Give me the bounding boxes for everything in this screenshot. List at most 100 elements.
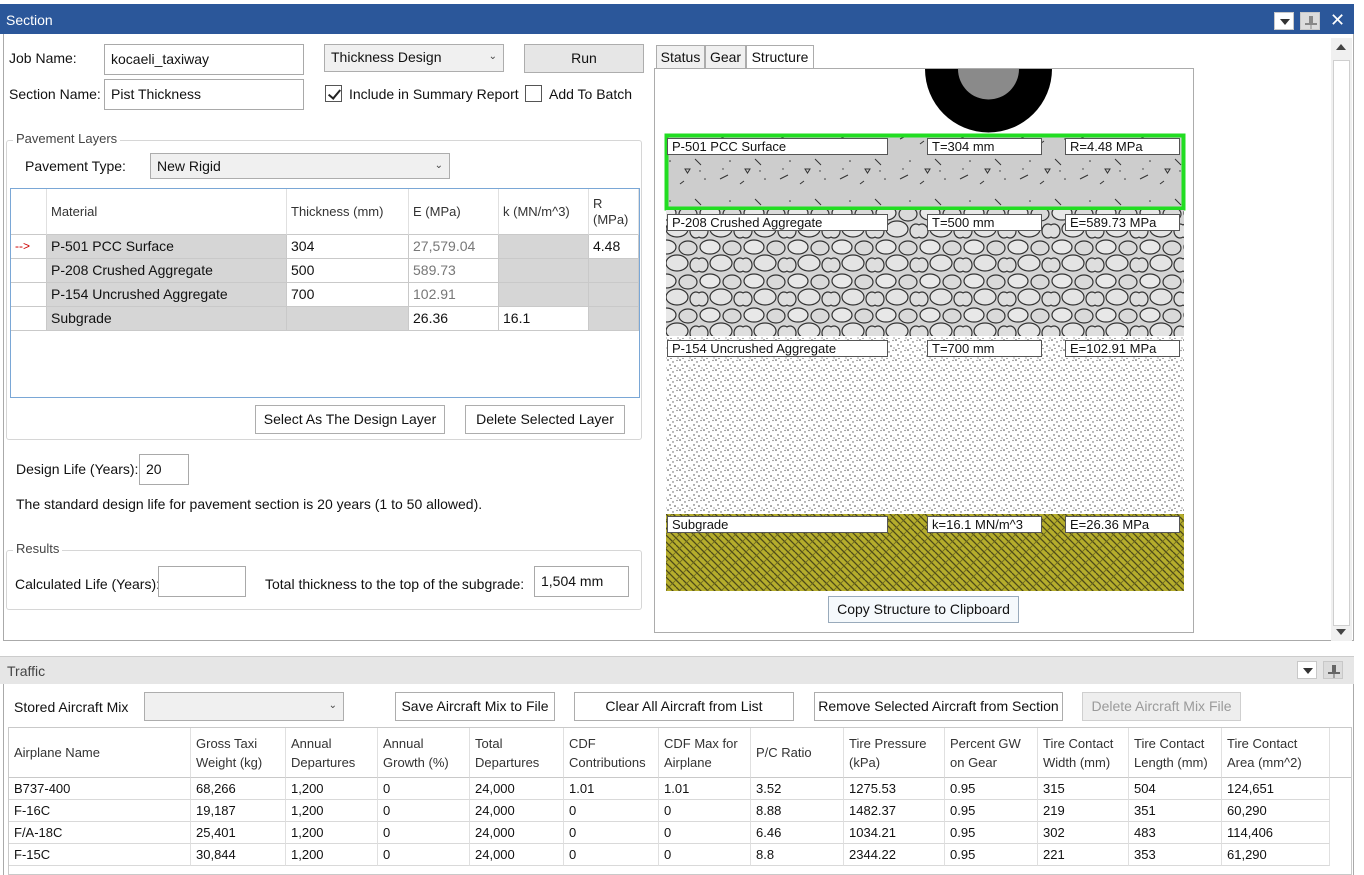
tire-width-cell: 219	[1038, 800, 1129, 822]
column-annual-growth[interactable]: Annual Growth (%)	[378, 728, 470, 778]
thickness-cell[interactable]: 304	[287, 235, 409, 259]
tab-structure[interactable]: Structure	[746, 45, 814, 70]
table-row[interactable]: P-208 Crushed Aggregate 500 589.73	[11, 259, 639, 283]
delete-mix-file-button[interactable]: Delete Aircraft Mix File	[1082, 692, 1241, 721]
k-cell[interactable]	[499, 259, 589, 283]
material-cell[interactable]: P-501 PCC Surface	[47, 235, 287, 259]
column-cdf-contributions[interactable]: CDF Contributions	[564, 728, 659, 778]
r-cell[interactable]: 4.48	[589, 235, 639, 259]
job-name-input[interactable]: kocaeli_taxiway	[104, 44, 304, 75]
e-cell[interactable]: 589.73	[409, 259, 499, 283]
annual-departures-cell[interactable]: 1,200	[286, 822, 378, 844]
thickness-cell[interactable]: 500	[287, 259, 409, 283]
scroll-down-icon[interactable]	[1336, 629, 1346, 635]
column-k[interactable]: k (MN/m^3)	[499, 189, 589, 235]
tab-gear[interactable]: Gear	[705, 45, 746, 69]
e-cell[interactable]: 26.36	[409, 307, 499, 331]
structure-layer-name: P-154 Uncrushed Aggregate	[667, 340, 888, 357]
section-name-input[interactable]: Pist Thickness	[104, 79, 304, 110]
stored-mix-select[interactable]: ⌄	[144, 692, 344, 721]
table-row[interactable]: --> P-501 PCC Surface 304 27,579.04 4.48	[11, 235, 639, 259]
column-tire-width[interactable]: Tire Contact Width (mm)	[1038, 728, 1129, 778]
material-cell[interactable]: Subgrade	[47, 307, 287, 331]
structure-layer-thickness: T=500 mm	[927, 214, 1042, 231]
annual-departures-cell[interactable]: 1,200	[286, 778, 378, 800]
column-r[interactable]: R (MPa)	[589, 189, 639, 235]
airplane-name-cell[interactable]: F-16C	[9, 800, 191, 822]
r-cell[interactable]	[589, 307, 639, 331]
annual-growth-cell[interactable]: 0	[378, 844, 470, 866]
k-cell[interactable]: 16.1	[499, 307, 589, 331]
airplane-name-cell[interactable]: F-15C	[9, 844, 191, 866]
column-total-departures[interactable]: Total Departures	[470, 728, 564, 778]
e-cell[interactable]: 102.91	[409, 283, 499, 307]
design-mode-select[interactable]: Thickness Design ⌄	[324, 44, 504, 72]
airplane-name-cell[interactable]: B737-400	[9, 778, 191, 800]
section-scrollbar[interactable]	[1331, 38, 1352, 641]
gross-weight-cell[interactable]: 30,844	[191, 844, 286, 866]
select-design-layer-button[interactable]: Select As The Design Layer	[255, 405, 445, 434]
window-menu-button[interactable]	[1274, 12, 1294, 30]
pavement-type-select[interactable]: New Rigid ⌄	[150, 153, 450, 179]
e-cell[interactable]: 27,579.04	[409, 235, 499, 259]
scroll-up-icon[interactable]	[1336, 44, 1346, 50]
table-row[interactable]: Subgrade 26.36 16.1	[11, 307, 639, 331]
structure-layer-name: P-208 Crushed Aggregate	[667, 214, 888, 231]
column-pc-ratio[interactable]: P/C Ratio	[751, 728, 844, 778]
clear-all-aircraft-button[interactable]: Clear All Aircraft from List	[574, 692, 794, 721]
annual-departures-cell[interactable]: 1,200	[286, 844, 378, 866]
table-row[interactable]: P-154 Uncrushed Aggregate 700 102.91	[11, 283, 639, 307]
r-cell[interactable]	[589, 259, 639, 283]
column-e[interactable]: E (MPa)	[409, 189, 499, 235]
stored-mix-label: Stored Aircraft Mix	[14, 699, 129, 715]
design-life-input[interactable]: 20	[139, 454, 189, 485]
thickness-cell[interactable]: 700	[287, 283, 409, 307]
column-material[interactable]: Material	[47, 189, 287, 235]
total-thickness-output[interactable]: 1,504 mm	[534, 566, 629, 597]
pavement-type-label: Pavement Type:	[25, 158, 126, 174]
tire-area-cell: 60,290	[1222, 800, 1330, 822]
tab-status[interactable]: Status	[656, 45, 705, 69]
pin-icon[interactable]	[1323, 661, 1343, 679]
annual-growth-cell[interactable]: 0	[378, 800, 470, 822]
pin-icon[interactable]	[1300, 12, 1320, 30]
scrollbar-thumb[interactable]	[1333, 60, 1350, 626]
add-to-batch-checkbox[interactable]	[525, 85, 542, 102]
chevron-down-icon: ⌄	[434, 160, 443, 171]
tire-width-cell: 221	[1038, 844, 1129, 866]
gross-weight-cell[interactable]: 19,187	[191, 800, 286, 822]
delete-layer-button[interactable]: Delete Selected Layer	[465, 405, 625, 434]
k-cell[interactable]	[499, 235, 589, 259]
airplane-name-cell[interactable]: F/A-18C	[9, 822, 191, 844]
annual-growth-cell[interactable]: 0	[378, 822, 470, 844]
column-annual-departures[interactable]: Annual Departures	[286, 728, 378, 778]
column-airplane-name[interactable]: Airplane Name	[9, 728, 191, 778]
k-cell[interactable]	[499, 283, 589, 307]
column-cdf-max[interactable]: CDF Max for Airplane	[659, 728, 751, 778]
copy-structure-button[interactable]: Copy Structure to Clipboard	[828, 596, 1019, 623]
annual-growth-cell[interactable]: 0	[378, 778, 470, 800]
column-thickness[interactable]: Thickness (mm)	[287, 189, 409, 235]
column-gross-weight[interactable]: Gross Taxi Weight (kg)	[191, 728, 286, 778]
material-cell[interactable]: P-154 Uncrushed Aggregate	[47, 283, 287, 307]
include-summary-checkbox[interactable]	[325, 85, 342, 102]
percent-gw-cell: 0.95	[945, 778, 1038, 800]
column-tire-length[interactable]: Tire Contact Length (mm)	[1129, 728, 1222, 778]
annual-departures-cell[interactable]: 1,200	[286, 800, 378, 822]
r-cell[interactable]	[589, 283, 639, 307]
remove-selected-aircraft-button[interactable]: Remove Selected Aircraft from Section	[814, 692, 1063, 721]
thickness-cell[interactable]	[287, 307, 409, 331]
column-tire-area[interactable]: Tire Contact Area (mm^2)	[1222, 728, 1330, 778]
pc-ratio-cell: 8.8	[751, 844, 844, 866]
run-button[interactable]: Run	[524, 44, 644, 73]
traffic-menu-button[interactable]	[1297, 661, 1317, 679]
tire-length-cell: 353	[1129, 844, 1222, 866]
save-mix-button[interactable]: Save Aircraft Mix to File	[395, 692, 555, 721]
gross-weight-cell[interactable]: 25,401	[191, 822, 286, 844]
column-tire-pressure[interactable]: Tire Pressure (kPa)	[844, 728, 945, 778]
close-icon[interactable]: ✕	[1330, 10, 1345, 30]
gross-weight-cell[interactable]: 68,266	[191, 778, 286, 800]
column-percent-gw[interactable]: Percent GW on Gear	[945, 728, 1038, 778]
calculated-life-output[interactable]	[158, 566, 246, 597]
material-cell[interactable]: P-208 Crushed Aggregate	[47, 259, 287, 283]
